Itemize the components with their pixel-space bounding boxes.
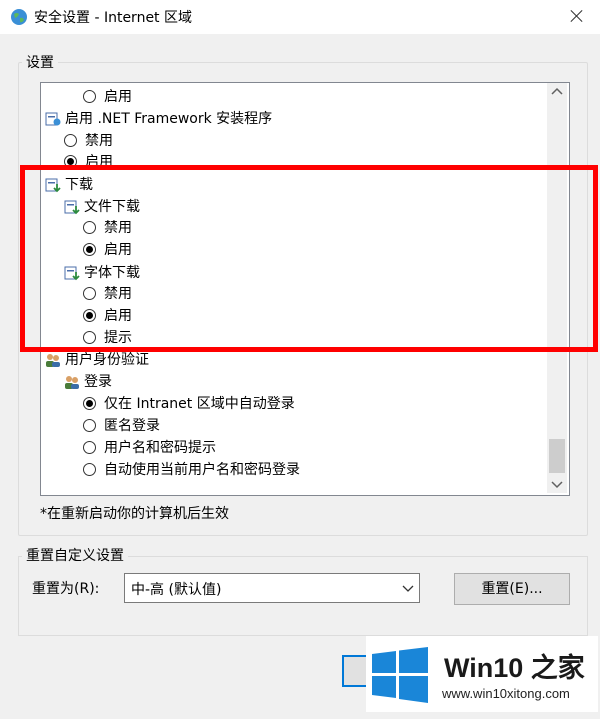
subcategory-file-download: 文件下载 (64, 197, 140, 217)
radio-button[interactable] (83, 331, 96, 344)
close-button[interactable] (554, 0, 600, 34)
reset-to-label: 重置为(R): (32, 581, 100, 597)
restart-note: *在重新启动你的计算机后生效 (40, 506, 229, 522)
scroll-up-arrow-icon[interactable] (547, 83, 567, 101)
title-bar: 安全设置 - Internet 区域 (0, 0, 600, 34)
option-enable[interactable]: 启用 (83, 306, 132, 326)
radio-button[interactable] (83, 419, 96, 432)
radio-button[interactable] (83, 441, 96, 454)
category-dotnet-installer: 启用 .NET Framework 安装程序 (45, 109, 272, 129)
option-enable[interactable]: 启用 (83, 240, 132, 260)
option-disable[interactable]: 禁用 (64, 131, 113, 151)
users-category-icon (46, 354, 60, 367)
watermark-brand: Win10 之家 (444, 653, 585, 683)
watermark-url: www.win10xitong.com (442, 686, 570, 701)
globe-icon (11, 9, 27, 25)
radio-button-selected[interactable] (83, 243, 96, 256)
reset-button[interactable]: 重置(E)... (454, 573, 570, 605)
reset-group-label: 重置自定义设置 (22, 545, 128, 565)
radio-button[interactable] (83, 287, 96, 300)
option-intranet-auto-logon[interactable]: 仅在 Intranet 区域中自动登录 (83, 394, 295, 414)
option-disable[interactable]: 禁用 (83, 284, 132, 304)
subcategory-font-download: 字体下载 (64, 263, 140, 283)
radio-button[interactable] (83, 221, 96, 234)
option-enable[interactable]: 启用 (64, 152, 113, 172)
vertical-scrollbar[interactable] (547, 83, 567, 493)
radio-button[interactable] (83, 463, 96, 476)
download-category-icon (64, 200, 80, 215)
settings-tree[interactable]: 启用 启用 .NET Framework 安装程序 禁用 启用 下载 文件下载 … (40, 82, 570, 496)
option-prompt-credentials[interactable]: 用户名和密码提示 (83, 438, 216, 458)
download-category-icon (64, 266, 80, 281)
option-disable[interactable]: 禁用 (83, 218, 132, 238)
option-auto-current-user[interactable]: 自动使用当前用户名和密码登录 (83, 460, 300, 480)
radio-button[interactable] (83, 90, 96, 103)
chevron-down-icon (402, 585, 414, 592)
radio-button-selected[interactable] (83, 309, 96, 322)
scroll-down-arrow-icon[interactable] (547, 475, 567, 493)
settings-group-label: 设置 (22, 52, 58, 72)
radio-button[interactable] (64, 134, 77, 147)
category-download: 下载 (45, 175, 93, 195)
download-category-icon (45, 178, 61, 193)
radio-button-selected[interactable] (83, 397, 96, 410)
watermark: Win10 之家 www.win10xitong.com (366, 636, 598, 712)
category-user-auth: 用户身份验证 (45, 350, 149, 370)
window-title: 安全设置 - Internet 区域 (34, 10, 192, 26)
settings-category-icon (45, 112, 61, 126)
option-anonymous-logon[interactable]: 匿名登录 (83, 416, 160, 436)
reset-level-value: 中-高 (默认值) (131, 582, 222, 598)
scroll-thumb[interactable] (549, 439, 565, 473)
radio-button-selected[interactable] (64, 155, 77, 168)
option-prompt[interactable]: 提示 (83, 328, 132, 348)
windows-logo-icon (372, 647, 428, 703)
subcategory-logon: 登录 (64, 372, 112, 392)
option-enable[interactable]: 启用 (83, 87, 132, 107)
users-category-icon (65, 376, 79, 389)
reset-level-select[interactable]: 中-高 (默认值) (124, 573, 420, 603)
